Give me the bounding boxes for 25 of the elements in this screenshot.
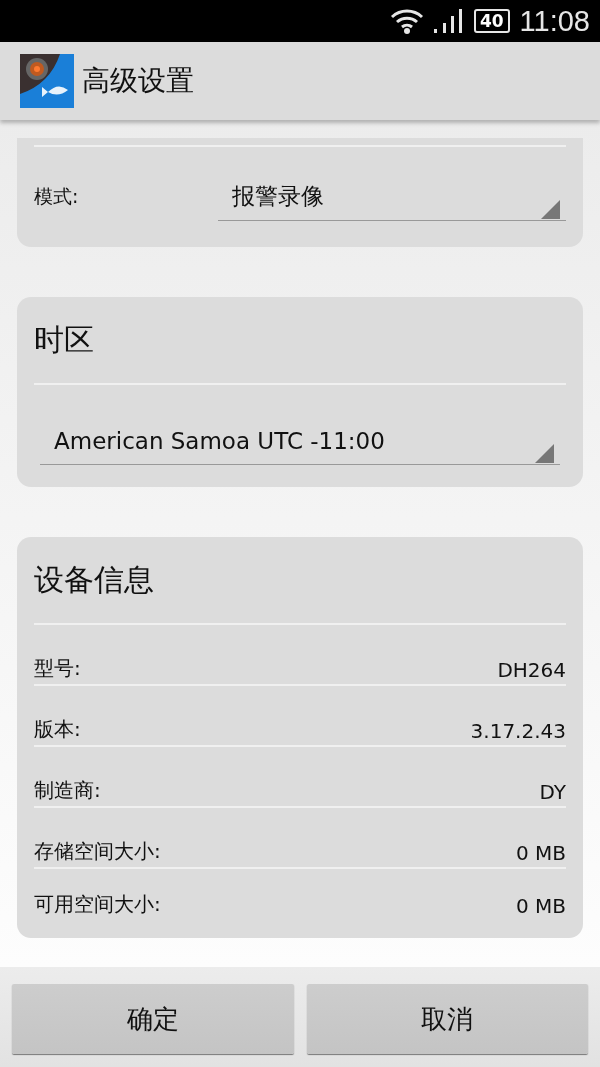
info-value: 0 MB bbox=[515, 894, 566, 918]
info-label: 型号: bbox=[34, 655, 81, 682]
info-value: DH264 bbox=[497, 658, 566, 682]
mode-label: 模式: bbox=[34, 184, 80, 209]
section-title: 时区 bbox=[34, 320, 94, 359]
wifi-icon bbox=[389, 7, 424, 35]
clock: 11:08 bbox=[519, 4, 590, 38]
dropdown-corner-icon bbox=[535, 443, 554, 463]
info-label: 制造商: bbox=[34, 777, 101, 804]
info-label: 存储空间大小: bbox=[34, 838, 161, 865]
info-label: 版本: bbox=[34, 716, 81, 743]
screen-title: 高级设置 bbox=[82, 63, 194, 99]
confirm-button[interactable]: 确定 bbox=[12, 984, 294, 1054]
info-value: 3.17.2.43 bbox=[470, 719, 566, 743]
signal-icon bbox=[433, 8, 464, 34]
info-value: 0 MB bbox=[515, 841, 566, 865]
section-title: 设备信息 bbox=[34, 560, 154, 599]
app-logo-icon bbox=[20, 54, 74, 108]
battery-level: 40 bbox=[473, 9, 510, 33]
mode-dropdown[interactable]: 报警录像 bbox=[218, 173, 566, 221]
info-label: 可用空间大小: bbox=[34, 891, 161, 918]
dropdown-corner-icon bbox=[541, 199, 560, 219]
cancel-button[interactable]: 取消 bbox=[306, 984, 588, 1054]
info-value: DY bbox=[539, 780, 566, 804]
timezone-dropdown[interactable]: American Samoa UTC -11:00 bbox=[40, 417, 560, 465]
